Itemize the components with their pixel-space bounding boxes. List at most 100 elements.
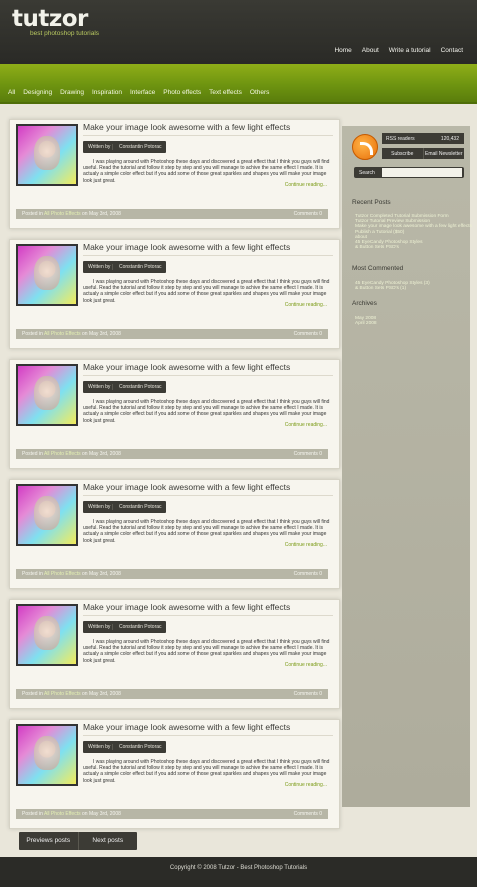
continue-reading-link[interactable]: Continue reading... bbox=[285, 662, 327, 668]
post-thumbnail[interactable] bbox=[16, 484, 78, 546]
written-by-label: Written by bbox=[83, 384, 113, 390]
post-thumbnail[interactable] bbox=[16, 364, 78, 426]
comments-link[interactable]: Comments 0 bbox=[294, 691, 322, 697]
post-thumbnail[interactable] bbox=[16, 244, 78, 306]
post-author[interactable]: Constantin Potorac bbox=[113, 744, 162, 750]
subscribe-bar: Subscribe Email Newsletter bbox=[382, 148, 464, 159]
comments-link[interactable]: Comments 0 bbox=[294, 211, 322, 217]
post-title[interactable]: Make your image look awesome with a few … bbox=[83, 482, 290, 492]
post-title[interactable]: Make your image look awesome with a few … bbox=[83, 122, 290, 132]
post-category-link[interactable]: All Photo Effects bbox=[44, 571, 81, 577]
post-footer: Posted in All Photo Effects on May 3rd, … bbox=[16, 329, 328, 339]
category-photo-effects[interactable]: Photo effects bbox=[163, 89, 201, 96]
post-footer: Posted in All Photo Effects on May 3rd, … bbox=[16, 809, 328, 819]
continue-reading-link[interactable]: Continue reading... bbox=[285, 782, 327, 788]
category-bar: All Designing Drawing Inspiration Interf… bbox=[0, 64, 477, 104]
category-interface[interactable]: Interface bbox=[130, 89, 155, 96]
archive-link[interactable]: April 2008 bbox=[355, 321, 377, 326]
posted-in-label: Posted in bbox=[22, 811, 43, 817]
post-author[interactable]: Constantin Potorac bbox=[113, 384, 162, 390]
category-nav: All Designing Drawing Inspiration Interf… bbox=[8, 89, 269, 96]
top-nav: Home About Write a tutorial Contact bbox=[334, 47, 463, 54]
post-title[interactable]: Make your image look awesome with a few … bbox=[83, 722, 290, 732]
posted-in-label: Posted in bbox=[22, 451, 43, 457]
post-card: Make your image look awesome with a few … bbox=[9, 119, 340, 229]
site-header: tutzor best photoshop tutorials Home Abo… bbox=[0, 0, 477, 64]
post-byline: Written by Constantin Potorac bbox=[83, 261, 166, 273]
next-posts-button[interactable]: Next posts bbox=[79, 832, 138, 850]
site-logo[interactable]: tutzor bbox=[12, 6, 88, 32]
date-prefix: on bbox=[81, 211, 88, 217]
search-input[interactable] bbox=[382, 168, 462, 177]
comments-link[interactable]: Comments 0 bbox=[294, 811, 322, 817]
post-thumbnail[interactable] bbox=[16, 604, 78, 666]
post-footer: Posted in All Photo Effects on May 3rd, … bbox=[16, 449, 328, 459]
post-byline: Written by Constantin Potorac bbox=[83, 141, 166, 153]
post-author[interactable]: Constantin Potorac bbox=[113, 264, 162, 270]
category-all[interactable]: All bbox=[8, 89, 15, 96]
post-thumbnail[interactable] bbox=[16, 724, 78, 786]
written-by-label: Written by bbox=[83, 624, 113, 630]
post-date: May 3rd, 2008 bbox=[88, 691, 121, 697]
post-thumbnail[interactable] bbox=[16, 124, 78, 186]
nav-home[interactable]: Home bbox=[334, 47, 351, 54]
date-prefix: on bbox=[81, 331, 88, 337]
post-category-link[interactable]: All Photo Effects bbox=[44, 691, 81, 697]
post-byline: Written by Constantin Potorac bbox=[83, 501, 166, 513]
continue-reading-link[interactable]: Continue reading... bbox=[285, 542, 327, 548]
post-card: Make your image look awesome with a few … bbox=[9, 479, 340, 589]
nav-write-tutorial[interactable]: Write a tutorial bbox=[389, 47, 431, 54]
rss-readers-label: RSS readers bbox=[386, 136, 415, 142]
recent-posts-heading: Recent Posts bbox=[352, 199, 391, 206]
rss-readers-counter: RSS readers 120,432 bbox=[382, 133, 464, 144]
post-author[interactable]: Constantin Potorac bbox=[113, 624, 162, 630]
nav-about[interactable]: About bbox=[362, 47, 379, 54]
post-title[interactable]: Make your image look awesome with a few … bbox=[83, 242, 290, 252]
category-inspiration[interactable]: Inspiration bbox=[92, 89, 122, 96]
post-category-link[interactable]: All Photo Effects bbox=[44, 331, 81, 337]
post-card: Make your image look awesome with a few … bbox=[9, 599, 340, 709]
posted-in-label: Posted in bbox=[22, 691, 43, 697]
post-author[interactable]: Constantin Potorac bbox=[113, 144, 162, 150]
commented-post-link[interactable]: & Button Sets PSD's (1) bbox=[355, 286, 430, 291]
post-excerpt: I was playing around with Photoshop thes… bbox=[83, 279, 330, 304]
comments-link[interactable]: Comments 0 bbox=[294, 571, 322, 577]
recent-post-link[interactable]: & Button Sets PSD's bbox=[355, 245, 472, 250]
comments-link[interactable]: Comments 0 bbox=[294, 451, 322, 457]
post-author[interactable]: Constantin Potorac bbox=[113, 504, 162, 510]
post-byline: Written by Constantin Potorac bbox=[83, 381, 166, 393]
subscribe-button[interactable]: Subscribe bbox=[382, 148, 424, 159]
archives-list: May 2008 April 2008 bbox=[355, 316, 377, 326]
written-by-label: Written by bbox=[83, 264, 113, 270]
site-tagline: best photoshop tutorials bbox=[30, 30, 100, 37]
post-excerpt: I was playing around with Photoshop thes… bbox=[83, 639, 330, 664]
rss-icon[interactable] bbox=[352, 134, 378, 160]
post-category-link[interactable]: All Photo Effects bbox=[44, 211, 81, 217]
continue-reading-link[interactable]: Continue reading... bbox=[285, 182, 327, 188]
post-title[interactable]: Make your image look awesome with a few … bbox=[83, 602, 290, 612]
archives-heading: Archives bbox=[352, 300, 377, 307]
post-date: May 3rd, 2008 bbox=[88, 331, 121, 337]
email-newsletter-button[interactable]: Email Newsletter bbox=[424, 148, 465, 159]
post-date: May 3rd, 2008 bbox=[88, 451, 121, 457]
post-footer: Posted in All Photo Effects on May 3rd, … bbox=[16, 689, 328, 699]
search-button[interactable]: Search bbox=[359, 170, 375, 176]
post-category-link[interactable]: All Photo Effects bbox=[44, 451, 81, 457]
continue-reading-link[interactable]: Continue reading... bbox=[285, 422, 327, 428]
category-designing[interactable]: Designing bbox=[23, 89, 52, 96]
previous-posts-button[interactable]: Previews posts bbox=[19, 832, 79, 850]
nav-contact[interactable]: Contact bbox=[441, 47, 463, 54]
post-excerpt: I was playing around with Photoshop thes… bbox=[83, 759, 330, 784]
post-byline: Written by Constantin Potorac bbox=[83, 741, 166, 753]
post-card: Make your image look awesome with a few … bbox=[9, 239, 340, 349]
comments-link[interactable]: Comments 0 bbox=[294, 331, 322, 337]
category-others[interactable]: Others bbox=[250, 89, 270, 96]
recent-post-link[interactable]: Make your image look awesome with a few … bbox=[355, 224, 472, 229]
category-text-effects[interactable]: Text effects bbox=[209, 89, 242, 96]
posted-in-label: Posted in bbox=[22, 331, 43, 337]
post-title[interactable]: Make your image look awesome with a few … bbox=[83, 362, 290, 372]
continue-reading-link[interactable]: Continue reading... bbox=[285, 302, 327, 308]
category-drawing[interactable]: Drawing bbox=[60, 89, 84, 96]
post-byline: Written by Constantin Potorac bbox=[83, 621, 166, 633]
post-category-link[interactable]: All Photo Effects bbox=[44, 811, 81, 817]
